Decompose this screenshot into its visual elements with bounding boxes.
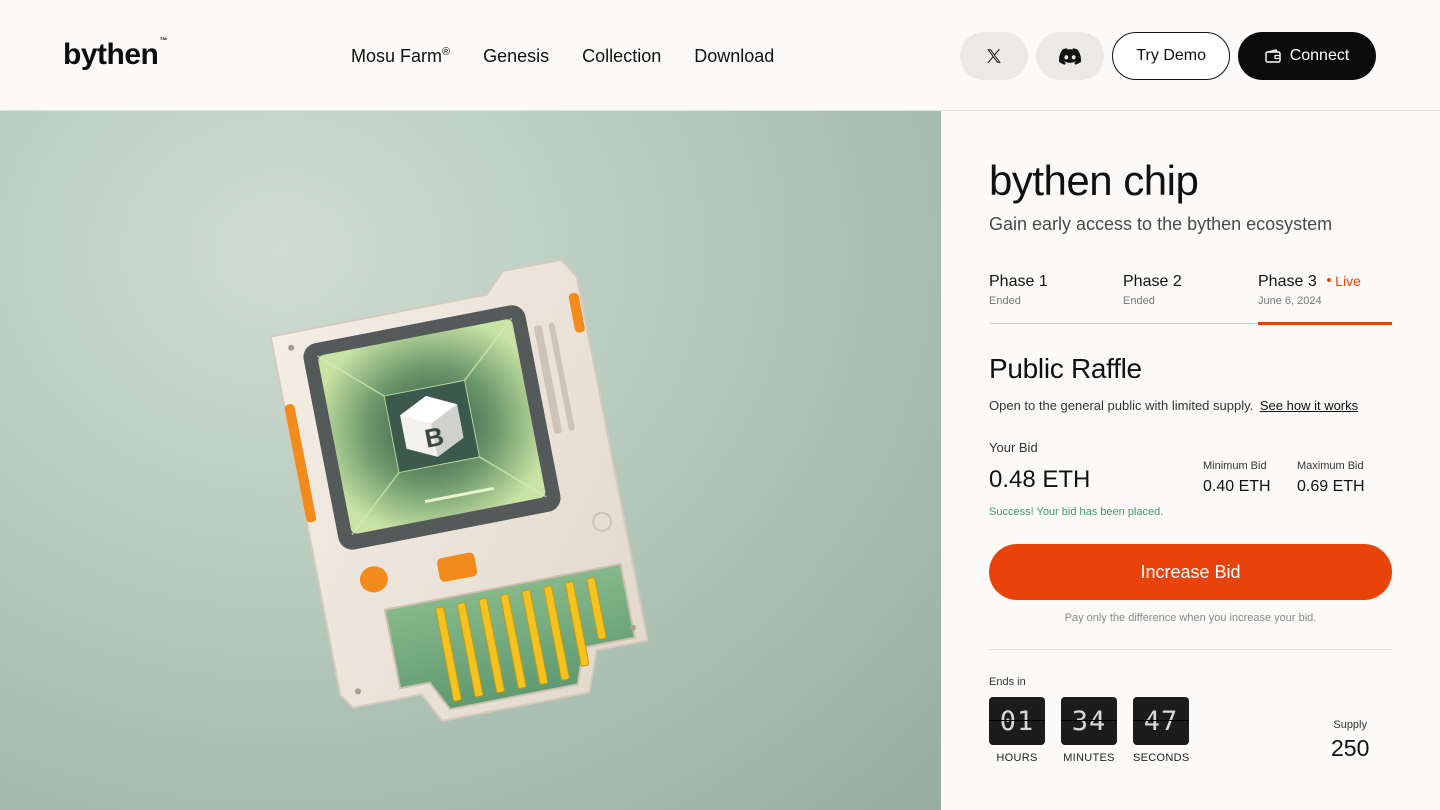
x-logo-icon <box>987 49 1002 63</box>
phase-3-date: June 6, 2024 <box>1258 295 1322 307</box>
countdown-hours: 01 HOURS <box>989 697 1045 764</box>
phase-tabs: Phase 1 Ended Phase 2 Ended Phase 3 Live… <box>989 273 1392 325</box>
live-dot-icon <box>1327 278 1332 283</box>
active-tab-indicator <box>1258 322 1392 325</box>
maximum-bid-label: Maximum Bid <box>1297 460 1364 472</box>
discord-button[interactable] <box>1036 32 1105 80</box>
minutes-flip-box: 34 <box>1061 697 1117 745</box>
raffle-description: Open to the general public with limited … <box>989 398 1358 413</box>
minutes-value: 34 <box>1071 705 1107 737</box>
wallet-icon <box>1265 49 1281 63</box>
nav-genesis[interactable]: Genesis <box>483 46 549 67</box>
hours-flip-box: 01 <box>989 697 1045 745</box>
minimum-bid-label: Minimum Bid <box>1203 460 1267 472</box>
main-nav: Mosu Farm® Genesis Collection Download <box>351 46 807 67</box>
minutes-label: MINUTES <box>1063 752 1115 764</box>
flip-line <box>1133 720 1189 721</box>
your-bid-label: Your Bid <box>989 440 1038 455</box>
seconds-value: 47 <box>1143 705 1179 737</box>
nav-download[interactable]: Download <box>694 46 774 67</box>
connect-button[interactable]: Connect <box>1238 32 1376 80</box>
phase-2-name: Phase 2 <box>1123 273 1182 290</box>
ends-in-label: Ends in <box>989 676 1026 688</box>
nav-mosu-farm-label: Mosu Farm <box>351 46 443 66</box>
phase-1-name: Phase 1 <box>989 273 1048 290</box>
supply-info: Supply 250 <box>1331 719 1369 762</box>
divider <box>989 649 1392 650</box>
tab-phase-3[interactable]: Phase 3 Live June 6, 2024 <box>1258 273 1361 324</box>
supply-value: 250 <box>1331 735 1370 761</box>
live-label: Live <box>1335 273 1361 289</box>
bythen-logo[interactable]: bythen™ <box>63 36 167 72</box>
phase-1-status: Ended <box>989 295 1021 307</box>
logo-text: bythen <box>63 38 159 71</box>
maximum-bid: Maximum Bid 0.69 ETH <box>1297 460 1365 496</box>
supply-label: Supply <box>1333 719 1367 731</box>
minimum-bid: Minimum Bid 0.40 ETH <box>1203 460 1271 496</box>
hours-label: HOURS <box>996 752 1038 764</box>
seconds-label: SECONDS <box>1133 752 1190 764</box>
discord-icon <box>1059 47 1082 65</box>
increase-bid-button[interactable]: Increase Bid <box>989 544 1392 600</box>
tab-phase-2[interactable]: Phase 2 Ended <box>1123 273 1182 324</box>
phase-3-header: Phase 3 Live <box>1258 273 1361 291</box>
bythen-chip-illustration: B <box>269 258 649 723</box>
nav-mosu-farm[interactable]: Mosu Farm® <box>351 46 450 67</box>
flip-line <box>989 720 1045 721</box>
increase-bid-note: Pay only the difference when you increas… <box>1064 612 1317 624</box>
phase-3-name: Phase 3 <box>1258 273 1317 290</box>
purchase-panel: bythen chip Gain early access to the byt… <box>941 111 1440 810</box>
nav-collection[interactable]: Collection <box>582 46 661 67</box>
raffle-description-text: Open to the general public with limited … <box>989 398 1254 413</box>
your-bid-value: 0.48 ETH <box>989 466 1091 493</box>
try-demo-button[interactable]: Try Demo <box>1112 32 1230 80</box>
tab-phase-1[interactable]: Phase 1 Ended <box>989 273 1048 324</box>
hours-value: 01 <box>999 705 1035 737</box>
see-how-it-works-link[interactable]: See how it works <box>1260 398 1358 413</box>
maximum-bid-value: 0.69 ETH <box>1297 478 1365 495</box>
connect-label: Connect <box>1289 47 1350 64</box>
raffle-title: Public Raffle <box>989 353 1142 384</box>
seconds-flip-box: 47 <box>1133 697 1189 745</box>
live-badge: Live <box>1327 273 1361 289</box>
countdown-minutes: 34 MINUTES <box>1061 697 1117 764</box>
registered-mark: ® <box>442 46 451 58</box>
logo-trademark: ™ <box>159 36 167 45</box>
top-header: bythen™ Mosu Farm® Genesis Collection Do… <box>0 0 1440 111</box>
product-subtitle: Gain early access to the bythen ecosyste… <box>989 214 1333 234</box>
countdown-seconds: 47 SECONDS <box>1133 697 1189 764</box>
header-actions: Try Demo Connect <box>960 32 1376 80</box>
bid-success-message: Success! Your bid has been placed. <box>989 506 1164 518</box>
flip-line <box>1061 720 1117 721</box>
phase-2-status: Ended <box>1123 295 1155 307</box>
minimum-bid-value: 0.40 ETH <box>1203 478 1271 495</box>
product-hero-image: B <box>0 111 941 810</box>
x-social-button[interactable] <box>960 32 1029 80</box>
product-title: bythen chip <box>989 157 1199 204</box>
